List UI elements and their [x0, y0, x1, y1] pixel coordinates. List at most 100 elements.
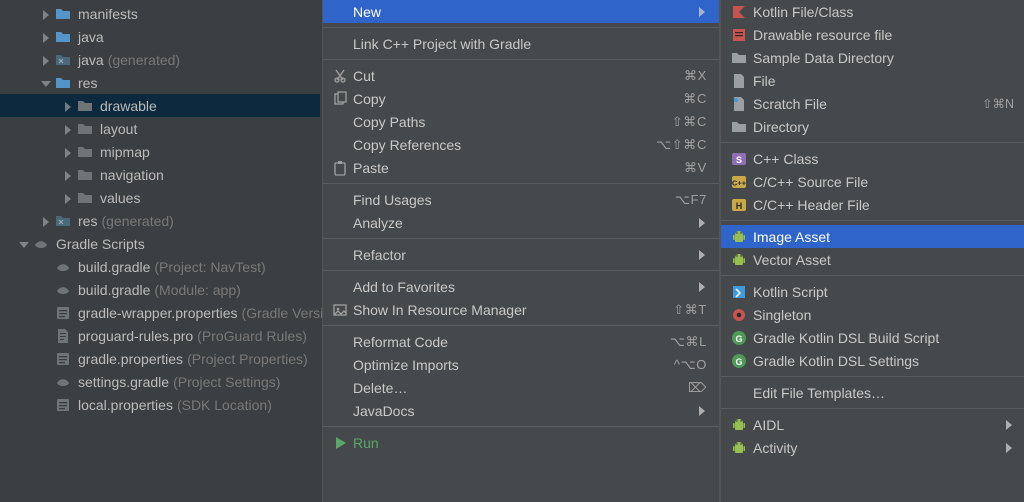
tree-item[interactable]: values	[0, 186, 320, 209]
tree-item[interactable]: java(generated)	[0, 48, 320, 71]
tree-item[interactable]: build.gradle(Module: app)	[0, 278, 320, 301]
submenu-item[interactable]: C++C/C++ Source File	[721, 170, 1024, 193]
tree-item[interactable]: gradle.properties(Project Properties)	[0, 347, 320, 370]
g-badge-icon: G	[729, 353, 749, 369]
disclosure-icon[interactable]	[62, 170, 72, 180]
tree-hint: (Project: NavTest)	[154, 259, 265, 275]
submenu-arrow-icon	[697, 6, 707, 18]
submenu-arrow-icon	[697, 405, 707, 417]
tree-item[interactable]: res	[0, 71, 320, 94]
submenu-item[interactable]: Drawable resource file	[721, 23, 1024, 46]
submenu-item[interactable]: Activity	[721, 436, 1024, 459]
tree-hint: (Project Properties)	[187, 351, 308, 367]
submenu-shortcut: ⇧⌘N	[982, 96, 1014, 111]
android-icon	[729, 229, 749, 245]
project-tree[interactable]: manifestsjavajava(generated)resdrawablel…	[0, 0, 320, 502]
submenu-item[interactable]: Singleton	[721, 303, 1024, 326]
tree-item[interactable]: drawable	[0, 94, 320, 117]
menu-shortcut: ⌘X	[684, 68, 707, 84]
tree-item[interactable]: mipmap	[0, 140, 320, 163]
g-badge-icon: G	[729, 330, 749, 346]
menu-item[interactable]: Run	[323, 431, 719, 454]
submenu-item[interactable]: Kotlin Script	[721, 280, 1024, 303]
menu-item[interactable]: Copy References⌥⇧⌘C	[323, 133, 719, 156]
submenu-item[interactable]: Sample Data Directory	[721, 46, 1024, 69]
gradle-icon	[54, 259, 72, 275]
disclosure-icon[interactable]	[40, 78, 50, 88]
menu-label: Copy Paths	[349, 114, 672, 130]
folder-blue-icon	[54, 6, 72, 22]
menu-item[interactable]: Copy Paths⇧⌘C	[323, 110, 719, 133]
menu-label: Copy	[349, 91, 683, 107]
context-menu[interactable]: NewLink C++ Project with GradleCut⌘XCopy…	[322, 0, 720, 502]
submenu-item[interactable]: File	[721, 69, 1024, 92]
submenu-item[interactable]: Edit File Templates…	[721, 381, 1024, 404]
disclosure-icon[interactable]	[40, 32, 50, 42]
tree-item[interactable]: navigation	[0, 163, 320, 186]
submenu-arrow-icon	[1004, 442, 1014, 454]
menu-item[interactable]: Optimize Imports^⌥O	[323, 353, 719, 376]
submenu-label: C/C++ Source File	[749, 174, 1014, 190]
tree-item[interactable]: settings.gradle(Project Settings)	[0, 370, 320, 393]
tree-item[interactable]: local.properties(SDK Location)	[0, 393, 320, 416]
menu-item[interactable]: Show In Resource Manager⇧⌘T	[323, 298, 719, 321]
menu-item[interactable]: Paste⌘V	[323, 156, 719, 179]
submenu-item[interactable]: SC++ Class	[721, 147, 1024, 170]
disclosure-icon[interactable]	[18, 239, 28, 249]
tree-label: res	[78, 75, 97, 91]
menu-item[interactable]: Find Usages⌥F7	[323, 188, 719, 211]
disclosure-icon[interactable]	[40, 9, 50, 19]
menu-item[interactable]: Copy⌘C	[323, 87, 719, 110]
menu-separator	[721, 220, 1024, 221]
menu-item[interactable]: New	[323, 0, 719, 23]
kts-icon	[729, 284, 749, 300]
tree-label: res	[78, 213, 97, 229]
submenu-item[interactable]: Scratch File⇧⌘N	[721, 92, 1024, 115]
menu-item[interactable]: Link C++ Project with Gradle	[323, 32, 719, 55]
submenu-item[interactable]: GGradle Kotlin DSL Settings	[721, 349, 1024, 372]
submenu-item[interactable]: AIDL	[721, 413, 1024, 436]
disclosure-icon[interactable]	[62, 124, 72, 134]
submenu-arrow-icon	[697, 217, 707, 229]
disclosure-icon[interactable]	[40, 55, 50, 65]
tree-item[interactable]: proguard-rules.pro(ProGuard Rules)	[0, 324, 320, 347]
menu-label: Delete…	[349, 380, 688, 396]
disclosure-icon[interactable]	[62, 193, 72, 203]
disclosure-icon[interactable]	[62, 147, 72, 157]
new-submenu[interactable]: Kotlin File/ClassDrawable resource fileS…	[720, 0, 1024, 502]
menu-item[interactable]: JavaDocs	[323, 399, 719, 422]
menu-item[interactable]: Reformat Code⌥⌘L	[323, 330, 719, 353]
disclosure-icon[interactable]	[40, 216, 50, 226]
tree-item[interactable]: layout	[0, 117, 320, 140]
folder-dark-icon	[76, 121, 94, 137]
svg-text:G: G	[735, 334, 742, 344]
tree-item[interactable]: java	[0, 25, 320, 48]
disclosure-icon[interactable]	[62, 101, 72, 111]
tree-item[interactable]: res(generated)	[0, 209, 320, 232]
tree-hint: (Project Settings)	[173, 374, 280, 390]
submenu-item[interactable]: Image Asset	[721, 225, 1024, 248]
menu-separator	[721, 408, 1024, 409]
submenu-item[interactable]: GGradle Kotlin DSL Build Script	[721, 326, 1024, 349]
submenu-item[interactable]: HC/C++ Header File	[721, 193, 1024, 216]
menu-shortcut: ⌘V	[684, 160, 707, 176]
menu-item[interactable]: Cut⌘X	[323, 64, 719, 87]
menu-item[interactable]: Analyze	[323, 211, 719, 234]
svg-text:G: G	[735, 357, 742, 367]
menu-item[interactable]: Refactor	[323, 243, 719, 266]
tree-hint: (SDK Location)	[177, 397, 272, 413]
tree-item[interactable]: gradle-wrapper.properties(Gradle Version…	[0, 301, 320, 324]
submenu-label: C/C++ Header File	[749, 197, 1014, 213]
submenu-item[interactable]: Kotlin File/Class	[721, 0, 1024, 23]
tree-item[interactable]: build.gradle(Project: NavTest)	[0, 255, 320, 278]
props-icon	[54, 305, 72, 321]
menu-item[interactable]: Add to Favorites	[323, 275, 719, 298]
paste-icon	[331, 160, 349, 176]
submenu-item[interactable]: Directory	[721, 115, 1024, 138]
submenu-item[interactable]: Vector Asset	[721, 248, 1024, 271]
menu-item[interactable]: Delete…⌦	[323, 376, 719, 399]
tree-item[interactable]: Gradle Scripts	[0, 232, 320, 255]
folder-gen-icon	[54, 213, 72, 229]
submenu-arrow-icon	[697, 281, 707, 293]
tree-item[interactable]: manifests	[0, 2, 320, 25]
